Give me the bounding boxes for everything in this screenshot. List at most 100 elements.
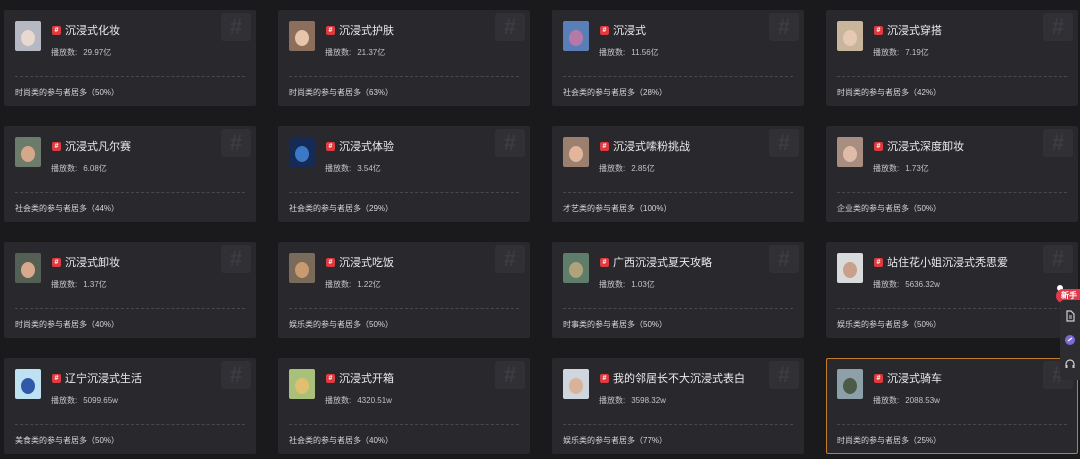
- topic-card[interactable]: # # 沉浸式凡尔赛 播放数: 6.08亿 社会类的参与者居多（44%）: [4, 126, 256, 222]
- divider: [15, 308, 245, 309]
- topic-title[interactable]: 沉浸式开箱: [339, 370, 394, 386]
- topic-thumbnail: [289, 253, 315, 283]
- topic-card[interactable]: # # 辽宁沉浸式生活 播放数: 5099.65w 美食类的参与者居多（50%）: [4, 358, 256, 454]
- play-count: 播放数: 1.03亿: [599, 279, 655, 290]
- topic-title[interactable]: 广西沉浸式夏天攻略: [613, 254, 712, 270]
- topic-card[interactable]: # # 沉浸式深度卸妆 播放数: 1.73亿 企业类的参与者居多（50%）: [826, 126, 1078, 222]
- hashtag-icon: #: [874, 258, 883, 267]
- topic-title[interactable]: 我的邻居长不大沉浸式表白: [613, 370, 745, 386]
- topic-card-grid: # # 沉浸式化妆播放数: 29.97亿时尚类的参与者居多（50%） # # 沉浸式护肤播放…: [4, 10, 1078, 454]
- play-count-label: 播放数:: [873, 396, 900, 405]
- topic-title[interactable]: 沉浸式: [613, 22, 646, 38]
- divider: [837, 308, 1067, 309]
- topic-title[interactable]: 沉浸式护肤: [339, 22, 394, 38]
- play-count-value: 21.37亿: [357, 48, 386, 57]
- play-count-value: 11.56亿: [631, 48, 659, 57]
- topic-title[interactable]: 沉浸式穿搭: [887, 22, 942, 38]
- divider: [837, 76, 1067, 77]
- topic-card[interactable]: # # 沉浸式护肤 播放数: 21.37亿 时尚类的参与者居多（63%）: [278, 10, 530, 106]
- play-count-label: 播放数:: [51, 48, 78, 57]
- topic-thumbnail: [15, 137, 41, 167]
- topic-card[interactable]: # # 广西沉浸式夏天攻略 播放数: 1.03亿 时事类的参与者居多（50%）: [552, 242, 804, 338]
- divider: [837, 192, 1067, 193]
- topic-title[interactable]: 沉浸式化妆: [65, 22, 120, 38]
- topic-card[interactable]: # # 沉浸式体验播放数: 3.54亿社会类的参与者居多（29%）: [278, 126, 530, 222]
- play-count-label: 播放数:: [873, 280, 900, 289]
- play-count-value: 6.08亿: [83, 164, 107, 173]
- topic-card[interactable]: # # 沉浸式开箱 播放数: 4320.51w 社会类的参与者居多（40%）: [278, 358, 530, 454]
- participant-category: 时尚类的参与者居多（63%）: [289, 88, 394, 97]
- topic-card[interactable]: # # 站住花小姐沉浸式秃思爱 播放数: 5636.32w 娱乐类的参与者居多（50%）: [826, 242, 1078, 338]
- play-count-label: 播放数:: [51, 164, 78, 173]
- headset-icon[interactable]: [1064, 358, 1076, 370]
- hashtag-icon: #: [52, 26, 61, 35]
- divider: [15, 192, 245, 193]
- play-count-label: 播放数:: [873, 164, 900, 173]
- topic-card[interactable]: # # 沉浸式卸妆 播放数: 1.37亿 时尚类的参与者居多（40%）: [4, 242, 256, 338]
- play-count-value: 2.85亿: [631, 164, 655, 173]
- link-icon[interactable]: [1064, 334, 1076, 346]
- play-count: 播放数: 11.56亿: [599, 47, 659, 58]
- play-count-value: 29.97亿: [83, 48, 112, 57]
- topic-title[interactable]: 沉浸式深度卸妆: [887, 138, 964, 154]
- play-count: 播放数: 4320.51w: [325, 395, 392, 406]
- participant-category: 时尚类的参与者居多（50%）: [15, 88, 120, 97]
- divider: [289, 308, 519, 309]
- topic-thumbnail: [837, 253, 863, 283]
- hashtag-watermark-icon: #: [1043, 245, 1073, 273]
- play-count: 播放数: 1.37亿: [51, 279, 107, 290]
- hashtag-icon: #: [600, 258, 609, 267]
- topic-card[interactable]: # # 沉浸式 播放数: 11.56亿 社会类的参与者居多（28%）: [552, 10, 804, 106]
- topic-title[interactable]: 沉浸式卸妆: [65, 254, 120, 270]
- participant-category: 社会类的参与者居多（29%）: [289, 204, 394, 213]
- hashtag-watermark-icon: #: [221, 129, 251, 157]
- play-count-label: 播放数:: [51, 396, 78, 405]
- topic-title[interactable]: 沉浸式体验: [339, 138, 394, 154]
- participant-category: 时尚类的参与者居多（42%）: [837, 88, 942, 97]
- topic-card[interactable]: # # 沉浸式吃饭 播放数: 1.22亿 娱乐类的参与者居多（50%）: [278, 242, 530, 338]
- hashtag-watermark-icon: #: [1043, 13, 1073, 41]
- play-count: 播放数: 1.22亿: [325, 279, 381, 290]
- topic-title[interactable]: 站住花小姐沉浸式秃思爱: [887, 254, 1008, 270]
- play-count: 播放数: 5099.65w: [51, 395, 118, 406]
- hashtag-watermark-icon: #: [769, 129, 799, 157]
- play-count: 播放数: 7.19亿: [873, 47, 929, 58]
- topic-title[interactable]: 沉浸式凡尔赛: [65, 138, 131, 154]
- topic-thumbnail: [15, 21, 41, 51]
- topic-title[interactable]: 沉浸式骑车: [887, 370, 942, 386]
- topic-card[interactable]: # # 沉浸式化妆 播放数: 29.97亿 时尚类的参与者居多（50%）: [4, 10, 256, 106]
- hashtag-watermark-icon: #: [495, 129, 525, 157]
- hashtag-icon: #: [874, 142, 883, 151]
- topic-card[interactable]: # # 沉浸式骑车 播放数: 2088.53w 时尚类的参与者居多（25%）: [826, 358, 1078, 454]
- play-count-value: 7.19亿: [905, 48, 929, 57]
- divider: [15, 424, 245, 425]
- participant-category: 美食类的参与者居多（50%）: [15, 436, 120, 445]
- topic-thumbnail: [289, 369, 315, 399]
- divider: [289, 424, 519, 425]
- hashtag-icon: #: [52, 374, 61, 383]
- topic-title[interactable]: 辽宁沉浸式生活: [65, 370, 142, 386]
- hashtag-icon: #: [52, 142, 61, 151]
- topic-thumbnail: [289, 137, 315, 167]
- play-count-label: 播放数:: [325, 164, 352, 173]
- topic-card[interactable]: # # 我的邻居长不大沉浸式表白 播放数: 3598.32w 娱乐类的参与者居多（77%）: [552, 358, 804, 454]
- hashtag-watermark-icon: #: [769, 13, 799, 41]
- topic-title[interactable]: 沉浸式嗦粉挑战: [613, 138, 690, 154]
- topic-title[interactable]: 沉浸式吃饭: [339, 254, 394, 270]
- play-count-value: 1.73亿: [905, 164, 929, 173]
- play-count-value: 5099.65w: [83, 396, 118, 405]
- topic-thumbnail: [563, 137, 589, 167]
- topic-card[interactable]: # # 沉浸式嗦粉挑战 播放数: 2.85亿 才艺类的参与者居多（100%）: [552, 126, 804, 222]
- play-count-value: 1.22亿: [357, 280, 381, 289]
- document-icon[interactable]: [1064, 310, 1076, 322]
- topic-card[interactable]: # # 沉浸式穿搭 播放数: 7.19亿 时尚类的参与者居多（42%）: [826, 10, 1078, 106]
- hashtag-icon: #: [326, 142, 335, 151]
- divider: [15, 76, 245, 77]
- play-count-label: 播放数:: [599, 396, 626, 405]
- divider: [289, 192, 519, 193]
- divider: [563, 76, 793, 77]
- play-count-value: 3.54亿: [357, 164, 381, 173]
- play-count: 播放数: 2.85亿: [599, 163, 655, 174]
- side-toolbar: [1060, 300, 1080, 380]
- hashtag-watermark-icon: #: [221, 245, 251, 273]
